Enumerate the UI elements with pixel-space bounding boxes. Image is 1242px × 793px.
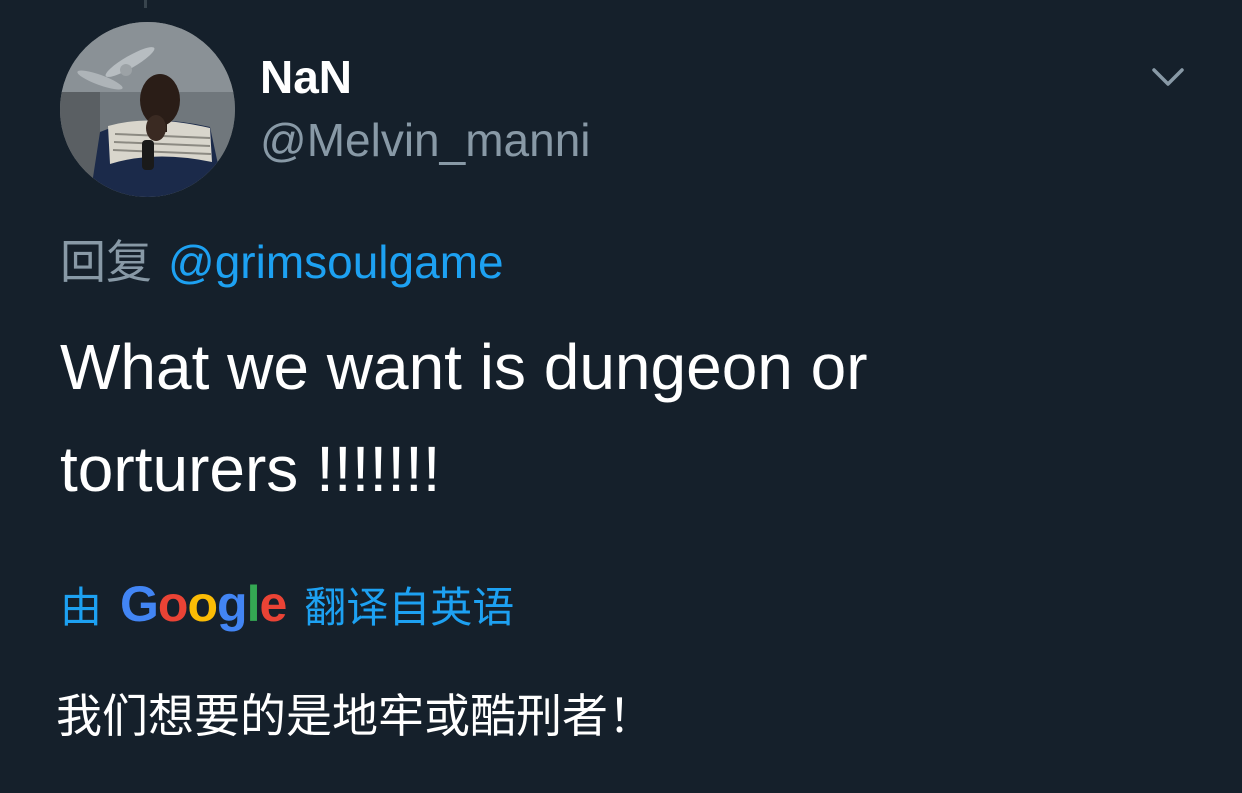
google-logo-letter: l [246,576,261,632]
user-handle[interactable]: @Melvin_manni [260,113,591,167]
google-logo-letter: G [120,576,159,632]
reply-context: 回复 @grimsoulgame [60,226,504,292]
google-logo: Google [120,575,287,633]
google-logo-letter: e [259,576,287,632]
avatar[interactable] [60,22,235,197]
thread-connector-line [144,0,147,8]
google-logo-letter: g [217,576,248,632]
display-name[interactable]: NaN [260,50,352,104]
translation-attribution[interactable]: 由 Google 翻译自英语 [60,572,514,636]
translated-by-label: 由 [60,583,103,631]
tweet-text: What we want is dungeon or torturers !!!… [60,331,868,505]
reply-mention-link[interactable]: @grimsoulgame [168,236,504,288]
tweet-menu-button[interactable] [1146,60,1190,96]
avatar-photo [60,22,235,197]
translated-from-label: 翻译自英语 [304,583,515,631]
translated-tweet-text: 我们想要的是地牢或酷刑者！ [56,690,654,742]
google-logo-letter: o [187,576,218,632]
chevron-down-icon [1152,68,1184,86]
reply-prefix: 回复 [60,236,152,288]
google-logo-letter: o [157,576,189,632]
